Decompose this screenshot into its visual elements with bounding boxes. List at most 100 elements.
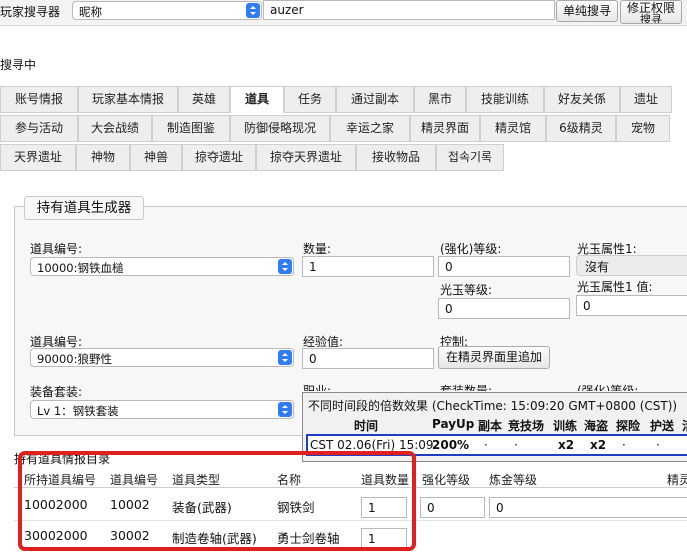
owned-id-cell: 10002000 xyxy=(24,497,88,512)
chevron-updown-icon xyxy=(278,259,292,274)
status-text: 搜寻中 xyxy=(0,58,37,72)
item-table-header-3[interactable]: 名称 xyxy=(277,471,301,488)
multiplier-header-7: 护送 xyxy=(650,419,675,433)
item-type-cell: 制造卷轴(武器) xyxy=(172,531,257,546)
quantity-label: 数量: xyxy=(303,242,332,256)
tab-row2-6[interactable]: 精灵馆 xyxy=(480,115,546,142)
job-label: 职业: xyxy=(303,384,332,391)
tab-row1-7[interactable]: 技能训练 xyxy=(466,86,544,113)
multiplier-cell-5: x2 xyxy=(590,438,607,452)
item-id-cell: 10002 xyxy=(110,497,150,512)
tab-row2-5[interactable]: 精灵界面 xyxy=(410,115,480,142)
tab-row3-2[interactable]: 神兽 xyxy=(130,144,182,171)
equipment-set-label: 装备套装: xyxy=(30,385,83,399)
tab-row2-2[interactable]: 制造图鉴 xyxy=(152,115,230,142)
tab-row1-1[interactable]: 玩家基本情报 xyxy=(78,86,178,113)
tab-row1-5[interactable]: 通过副本 xyxy=(336,86,414,113)
chevron-updown-icon xyxy=(278,402,292,417)
generator-title: 持有道具生成器 xyxy=(24,196,144,220)
orb-level-input[interactable]: 0 xyxy=(438,298,570,319)
item-table-header-5[interactable]: 强化等级 xyxy=(422,471,470,488)
tab-row2-0[interactable]: 参与活动 xyxy=(0,115,78,142)
exp-input[interactable]: 0 xyxy=(302,348,434,369)
tab-row1-3[interactable]: 道具 xyxy=(230,86,284,113)
tab-row2-1[interactable]: 大会战绩 xyxy=(78,115,152,142)
item-list-caption: 持有道具情报目录 xyxy=(14,452,111,466)
chevron-updown-icon xyxy=(246,3,260,18)
multiplier-header-8: 活 xyxy=(682,417,687,434)
multiplier-popup-title: 不同时间段的倍数效果 (CheckTime: 15:09:20 GMT+0800… xyxy=(308,399,678,413)
multiplier-header-6: 探险 xyxy=(616,419,641,433)
tab-row3-4[interactable]: 掠夺天界遗址 xyxy=(256,144,356,171)
multiplier-header-5: 海盗 xyxy=(584,419,609,433)
multiplier-cell-3: · xyxy=(514,438,518,452)
enhance-level-2-label: (强化)等级: xyxy=(577,384,639,391)
item-name-cell: 钢铁剑 xyxy=(277,500,315,515)
tab-row2-4[interactable]: 幸运之家 xyxy=(330,115,410,142)
multiplier-cell-1: 200% xyxy=(432,438,470,452)
orb-attribute-value-input[interactable]: 0 xyxy=(576,295,687,316)
orb-attribute-value: 沒有 xyxy=(585,260,610,274)
tab-row1-9[interactable]: 遗址 xyxy=(620,86,672,113)
fix-permission-search-button[interactable]: 修正权限 搜寻 xyxy=(620,0,682,24)
add-to-spirit-button[interactable]: 在精灵界面里追加 xyxy=(438,346,550,369)
equipment-set-select[interactable]: Lv 1：钢铁套装 xyxy=(30,400,294,419)
search-input[interactable]: auzer xyxy=(263,0,555,20)
multiplier-header-1: PayUp xyxy=(432,417,475,431)
tab-row1-4[interactable]: 任务 xyxy=(284,86,336,113)
tab-row2-8[interactable]: 宠物 xyxy=(616,115,670,142)
item-table-header-1[interactable]: 道具编号 xyxy=(110,471,158,488)
item-enhance-input[interactable]: 0 xyxy=(420,497,485,518)
tab-row1-0[interactable]: 账号情报 xyxy=(0,86,78,113)
item-code-label: 道具编号: xyxy=(30,242,83,256)
tab-row3-1[interactable]: 神物 xyxy=(76,144,130,171)
item-code-select[interactable]: 10000:钢铁血槌 xyxy=(30,257,294,276)
search-type-value: 昵称 xyxy=(79,5,102,19)
app-title: 玩家搜寻器 xyxy=(0,5,61,19)
multiplier-header-0: 时间 xyxy=(354,419,379,433)
tab-row1-8[interactable]: 好友关係 xyxy=(544,86,620,113)
equipment-set-value: Lv 1：钢铁套装 xyxy=(37,404,119,418)
item-name-cell: 勇士剑卷轴 xyxy=(277,531,340,546)
item-type-cell: 装备(武器) xyxy=(172,500,232,515)
set-count-label: 套装数量: xyxy=(440,384,493,391)
tab-row2-7[interactable]: 6级精灵 xyxy=(546,115,616,142)
tab-row3-6[interactable]: 접속기록 xyxy=(436,144,504,171)
multiplier-cell-6: · xyxy=(622,438,626,452)
tab-row1-6[interactable]: 黑市 xyxy=(414,86,466,113)
item-table-header-7[interactable]: 精灵 xyxy=(667,471,687,488)
item-table-header-2[interactable]: 道具类型 xyxy=(172,471,220,488)
item-code-2-value: 90000:狼野性 xyxy=(37,352,112,366)
tab-row3-3[interactable]: 掠夺遗址 xyxy=(182,144,256,171)
quantity-input[interactable]: 1 xyxy=(302,256,434,277)
single-search-button[interactable]: 单纯搜寻 xyxy=(556,0,618,22)
multiplier-header-4: 训练 xyxy=(553,419,578,433)
orb-attribute-value-label: 光玉属性1 值: xyxy=(577,280,653,294)
item-code-2-select[interactable]: 90000:狼野性 xyxy=(30,348,294,367)
item-code-value: 10000:钢铁血槌 xyxy=(37,261,124,275)
multiplier-header-2: 副本 xyxy=(478,419,503,433)
enhance-level-label: (强化)等级: xyxy=(440,242,502,256)
owned-id-cell: 30002000 xyxy=(24,528,88,543)
item-id-cell: 30002 xyxy=(110,528,150,543)
orb-attribute-select[interactable]: 沒有 xyxy=(576,255,687,276)
item-quantity-input[interactable]: 1 xyxy=(361,497,407,518)
fix-permission-label-2: 搜寻 xyxy=(640,13,662,24)
item-table-header-6[interactable]: 炼金等级 xyxy=(489,471,537,488)
item-alchemy-input[interactable]: 0 xyxy=(489,497,687,518)
multiplier-cell-0: CST 02.06(Fri) 15:09 xyxy=(310,438,434,452)
multiplier-header-3: 竞技场 xyxy=(508,419,545,433)
item-table-header-4[interactable]: 道具数量 xyxy=(361,471,409,488)
multiplier-cell-2: · xyxy=(484,438,488,452)
multiplier-cell-7: · xyxy=(656,438,660,452)
item-quantity-input[interactable]: 1 xyxy=(361,528,407,549)
tab-row3-0[interactable]: 天界遗址 xyxy=(0,144,76,171)
tab-row2-3[interactable]: 防御侵略现况 xyxy=(230,115,330,142)
tab-row3-5[interactable]: 接收物品 xyxy=(356,144,436,171)
search-type-select[interactable]: 昵称 xyxy=(72,1,262,20)
orb-level-label: 光玉等级: xyxy=(440,283,493,297)
item-table-header-0[interactable]: 所持道具编号 xyxy=(24,471,96,488)
tab-row1-2[interactable]: 英雄 xyxy=(178,86,230,113)
enhance-level-input[interactable]: 0 xyxy=(438,256,570,277)
multiplier-cell-4: x2 xyxy=(558,438,575,452)
